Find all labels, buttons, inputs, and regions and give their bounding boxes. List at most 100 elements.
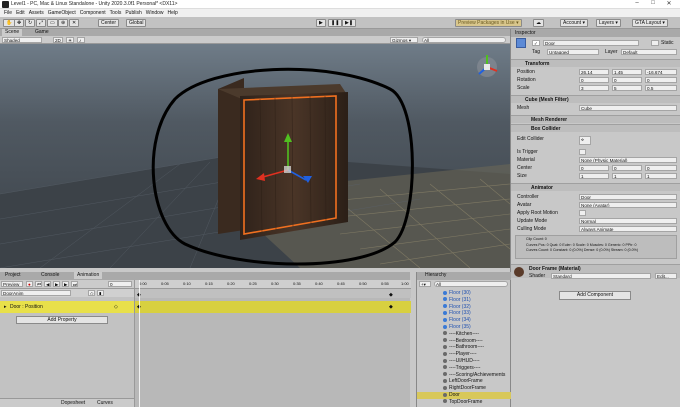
move-tool-icon[interactable]: ✥ bbox=[14, 19, 25, 27]
menu-tools[interactable]: Tools bbox=[110, 10, 122, 16]
scale-tool-icon[interactable]: ⤢ bbox=[36, 19, 47, 27]
scale-x-field[interactable]: 3 bbox=[579, 85, 609, 91]
layout-dropdown[interactable]: GTA Layout ▾ bbox=[632, 19, 668, 27]
position-x-field[interactable]: 26.14 bbox=[579, 69, 609, 75]
maximize-button[interactable]: □ bbox=[646, 0, 660, 6]
mesh-renderer-header[interactable]: Mesh Renderer bbox=[511, 115, 680, 123]
scale-y-field[interactable]: 5 bbox=[612, 85, 642, 91]
mesh-field[interactable]: Cube bbox=[579, 105, 677, 111]
controller-field[interactable]: Door bbox=[579, 194, 677, 200]
play-anim-button[interactable]: ▶ bbox=[53, 281, 60, 287]
tab-animation[interactable]: Animation bbox=[74, 272, 103, 279]
tab-game[interactable]: Game bbox=[32, 29, 52, 36]
static-checkbox[interactable] bbox=[651, 40, 659, 46]
size-x-field[interactable]: 1 bbox=[579, 173, 609, 179]
property-row[interactable]: ▸ Door : Position ◇ bbox=[0, 303, 134, 311]
audio-toggle-icon[interactable]: ♪ bbox=[77, 37, 85, 43]
scene-search-input[interactable]: All bbox=[422, 37, 506, 43]
tab-project[interactable]: Project bbox=[2, 272, 24, 279]
pause-button[interactable]: ❚❚ bbox=[328, 19, 343, 27]
root-motion-checkbox[interactable] bbox=[579, 210, 586, 216]
rect-tool-icon[interactable]: ▭ bbox=[47, 19, 58, 27]
frame-field[interactable]: 0 bbox=[108, 281, 132, 287]
box-collider-header[interactable]: Box Collider bbox=[511, 124, 680, 132]
hierarchy-search-input[interactable]: All bbox=[434, 281, 508, 287]
next-key-button[interactable]: ▶❚ bbox=[62, 281, 69, 287]
add-event-icon[interactable]: ▮ bbox=[97, 290, 104, 296]
menu-edit[interactable]: Edit bbox=[16, 10, 25, 16]
tab-inspector[interactable]: Inspector bbox=[515, 29, 536, 37]
account-dropdown[interactable]: Account ▾ bbox=[560, 19, 588, 27]
pivot-global-button[interactable]: Global bbox=[126, 19, 147, 27]
update-mode-dropdown[interactable]: Normal bbox=[579, 218, 677, 224]
active-checkbox[interactable]: ✓ bbox=[532, 40, 540, 46]
summary-key-end[interactable]: ◆ bbox=[389, 292, 393, 298]
rotation-x-field[interactable]: 0 bbox=[579, 77, 609, 83]
rotation-y-field[interactable]: 0 bbox=[612, 77, 642, 83]
avatar-field[interactable]: None (Avatar) bbox=[579, 202, 677, 208]
edit-collider-button[interactable]: ⟡ bbox=[579, 136, 591, 145]
gizmos-dropdown[interactable]: Gizmos ▾ bbox=[390, 37, 418, 43]
hierarchy-item[interactable]: TopDoorFrame bbox=[417, 399, 511, 406]
collab-icon[interactable]: ☁ bbox=[533, 19, 544, 27]
rotation-z-field[interactable]: 0 bbox=[645, 77, 677, 83]
size-z-field[interactable]: 1 bbox=[645, 173, 677, 179]
center-x-field[interactable]: 0 bbox=[579, 165, 609, 171]
menu-help[interactable]: Help bbox=[168, 10, 178, 16]
culling-mode-dropdown[interactable]: Always Animate bbox=[579, 226, 677, 232]
size-y-field[interactable]: 1 bbox=[612, 173, 642, 179]
add-keyframe-icon[interactable]: ◇ bbox=[88, 290, 95, 296]
tab-curves[interactable]: Curves bbox=[94, 400, 116, 407]
tab-scene[interactable]: Scene bbox=[2, 29, 23, 36]
prev-key-button[interactable]: ◀ bbox=[44, 281, 51, 287]
layer-dropdown[interactable]: Default bbox=[621, 49, 677, 55]
lighting-toggle-icon[interactable]: ☀ bbox=[66, 37, 74, 43]
position-key-end[interactable]: ◆ bbox=[389, 304, 393, 310]
hierarchy-create-button[interactable]: +▾ bbox=[419, 281, 431, 287]
menu-component[interactable]: Component bbox=[80, 10, 106, 16]
scale-z-field[interactable]: 0.5 bbox=[645, 85, 677, 91]
minimize-button[interactable]: – bbox=[630, 0, 644, 6]
layers-dropdown[interactable]: Layers ▾ bbox=[596, 19, 621, 27]
animator-header[interactable]: Animator bbox=[511, 183, 680, 191]
custom-tool-icon[interactable]: ✕ bbox=[69, 19, 80, 27]
tab-console[interactable]: Console bbox=[38, 272, 62, 279]
scene-viewport[interactable] bbox=[0, 44, 510, 268]
transform-tool-icon[interactable]: ⊕ bbox=[58, 19, 69, 27]
playhead[interactable] bbox=[139, 280, 140, 407]
property-expand-icon[interactable]: ▸ bbox=[4, 303, 7, 311]
is-trigger-checkbox[interactable] bbox=[579, 149, 586, 155]
property-key-icon[interactable]: ◇ bbox=[114, 303, 118, 311]
menu-gameobject[interactable]: GameObject bbox=[48, 10, 76, 16]
play-button[interactable]: ▶ bbox=[316, 19, 326, 27]
collider-material-field[interactable]: None (Physic Material) bbox=[579, 157, 677, 163]
menu-file[interactable]: File bbox=[4, 10, 12, 16]
transform-header[interactable]: Transform bbox=[511, 59, 680, 67]
add-property-button[interactable]: Add Property bbox=[16, 316, 108, 324]
timeline-ruler[interactable]: 0:00 0:05 0:10 0:15 0:20 0:25 0:30 0:35 … bbox=[135, 280, 411, 289]
object-name-input[interactable]: Door bbox=[543, 40, 639, 46]
center-y-field[interactable]: 0 bbox=[612, 165, 642, 171]
mesh-filter-header[interactable]: Cube (Mesh Filter) bbox=[511, 95, 680, 103]
preview-toggle[interactable]: Preview bbox=[1, 281, 23, 287]
position-y-field[interactable]: 1.45 bbox=[612, 69, 642, 75]
first-key-button[interactable]: ⏮ bbox=[35, 281, 42, 287]
menu-window[interactable]: Window bbox=[146, 10, 164, 16]
dopesheet-area[interactable]: 0:00 0:05 0:10 0:15 0:20 0:25 0:30 0:35 … bbox=[134, 280, 411, 407]
preview-packages-button[interactable]: Preview Packages in Use ▾ bbox=[455, 19, 522, 27]
rotate-tool-icon[interactable]: ↻ bbox=[25, 19, 36, 27]
menu-publish[interactable]: Publish bbox=[125, 10, 141, 16]
2d-toggle[interactable]: 2D bbox=[53, 37, 63, 43]
menu-assets[interactable]: Assets bbox=[29, 10, 44, 16]
add-component-button[interactable]: Add Component bbox=[559, 291, 631, 300]
tab-dopesheet[interactable]: Dopesheet bbox=[58, 400, 89, 407]
tab-hierarchy[interactable]: Hierarchy bbox=[425, 272, 446, 279]
pivot-center-button[interactable]: Center bbox=[98, 19, 120, 27]
tag-dropdown[interactable]: Untagged bbox=[547, 49, 599, 55]
step-button[interactable]: ▶❚ bbox=[342, 19, 357, 27]
close-button[interactable]: ✕ bbox=[662, 0, 676, 7]
last-key-button[interactable]: ⏭ bbox=[71, 281, 78, 287]
shader-dropdown[interactable]: Standard bbox=[551, 273, 651, 279]
record-button[interactable]: ● bbox=[26, 281, 33, 287]
position-z-field[interactable]: -16.674 bbox=[645, 69, 677, 75]
